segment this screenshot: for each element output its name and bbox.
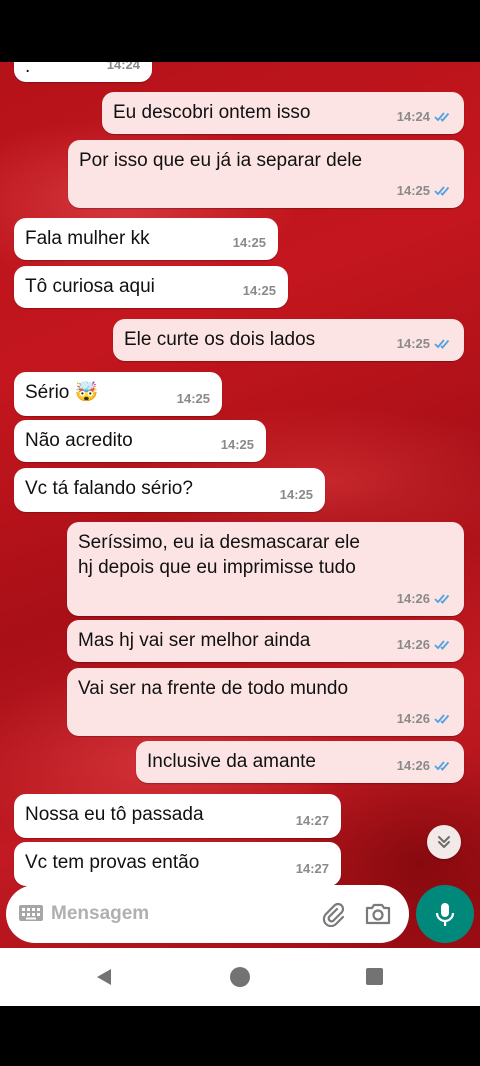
- read-receipt-icon: [434, 714, 450, 724]
- message-bubble-incoming[interactable]: Fala mulher kk 14:25: [14, 218, 278, 260]
- message-time: 14:25: [176, 391, 210, 406]
- message-time: 14:24: [106, 62, 140, 72]
- read-receipt-icon: [434, 594, 450, 604]
- message-bubble-incoming[interactable]: Não acredito 14:25: [14, 420, 266, 462]
- message-text: Ele curte os dois lados: [124, 329, 316, 350]
- read-receipt-icon: [434, 112, 450, 122]
- message-text: Mas hj vai ser melhor ainda: [78, 630, 311, 651]
- message-time: 14:25: [232, 235, 266, 250]
- message-time: 14:25: [242, 283, 276, 298]
- message-time: 14:25: [279, 487, 313, 502]
- double-chevron-down-icon: [438, 836, 450, 848]
- message-text: Tô curiosa aqui: [25, 276, 155, 297]
- message-text: Inclusive da amante: [147, 751, 316, 772]
- message-composer[interactable]: Mensagem: [6, 885, 409, 943]
- message-text: Vai ser na frente de todo mundo: [78, 678, 349, 699]
- message-text: Fala mulher kk: [25, 228, 150, 249]
- status-bar: [0, 0, 480, 62]
- message-text: Sério 🤯: [25, 382, 99, 403]
- bottom-bezel: [0, 1006, 480, 1066]
- message-time: 14:27: [295, 861, 329, 876]
- chat-area[interactable]: . 14:24 Eu descobri ontem isso 14:24 Por…: [0, 62, 480, 948]
- home-icon[interactable]: [230, 967, 250, 987]
- message-time: 14:25: [220, 437, 254, 452]
- message-time: 14:26: [397, 706, 452, 731]
- message-text: Por isso que eu já ia separar dele: [79, 150, 363, 171]
- message-bubble-incoming[interactable]: Vc tá falando sério? 14:25: [14, 468, 325, 512]
- message-bubble-outgoing[interactable]: Ele curte os dois lados 14:25: [113, 319, 464, 361]
- message-time: 14:25: [397, 331, 452, 356]
- camera-icon[interactable]: [364, 901, 392, 927]
- message-bubble-outgoing[interactable]: Mas hj vai ser melhor ainda 14:26: [67, 620, 464, 662]
- message-text: Eu descobri ontem isso: [113, 102, 311, 123]
- message-text: Seríssimo, eu ia desmascarar ele hj depo…: [78, 532, 360, 578]
- read-receipt-icon: [434, 761, 450, 771]
- read-receipt-icon: [434, 640, 450, 650]
- read-receipt-icon: [434, 186, 450, 196]
- message-bubble-outgoing[interactable]: Inclusive da amante 14:26: [136, 741, 464, 783]
- microphone-button[interactable]: [416, 885, 474, 943]
- message-time: 14:25: [397, 178, 452, 203]
- microphone-icon: [435, 903, 455, 926]
- message-bubble-outgoing[interactable]: Seríssimo, eu ia desmascarar ele hj depo…: [67, 522, 464, 616]
- back-icon[interactable]: [94, 967, 114, 987]
- message-text: Não acredito: [25, 430, 133, 451]
- system-navigation-bar: [0, 948, 480, 1006]
- message-time: 14:26: [397, 586, 452, 611]
- message-bubble-incoming[interactable]: Sério 🤯 14:25: [14, 372, 222, 416]
- message-bubble-incoming[interactable]: Tô curiosa aqui 14:25: [14, 266, 288, 308]
- message-time: 14:27: [295, 813, 329, 828]
- message-time: 14:26: [397, 632, 452, 657]
- message-bubble-incoming[interactable]: . 14:24: [14, 62, 152, 82]
- message-bubble-incoming[interactable]: Vc tem provas então 14:27: [14, 842, 341, 886]
- read-receipt-icon: [434, 339, 450, 349]
- keyboard-icon[interactable]: [18, 903, 44, 923]
- message-bubble-incoming[interactable]: Nossa eu tô passada 14:27: [14, 794, 341, 838]
- message-text: Nossa eu tô passada: [25, 804, 204, 825]
- message-bubble-outgoing[interactable]: Eu descobri ontem isso 14:24: [102, 92, 464, 134]
- message-text: .: [25, 62, 31, 77]
- message-time: 14:24: [397, 104, 452, 129]
- paperclip-icon[interactable]: [320, 901, 346, 927]
- message-text: Vc tá falando sério?: [25, 478, 193, 499]
- message-time: 14:26: [397, 753, 452, 778]
- message-bubble-outgoing[interactable]: Vai ser na frente de todo mundo 14:26: [67, 668, 464, 736]
- scroll-to-bottom-button[interactable]: [427, 825, 461, 859]
- recent-apps-icon[interactable]: [366, 968, 383, 985]
- message-input[interactable]: Mensagem: [51, 903, 149, 925]
- message-bubble-outgoing[interactable]: Por isso que eu já ia separar dele 14:25: [68, 140, 464, 208]
- message-text: Vc tem provas então: [25, 852, 200, 873]
